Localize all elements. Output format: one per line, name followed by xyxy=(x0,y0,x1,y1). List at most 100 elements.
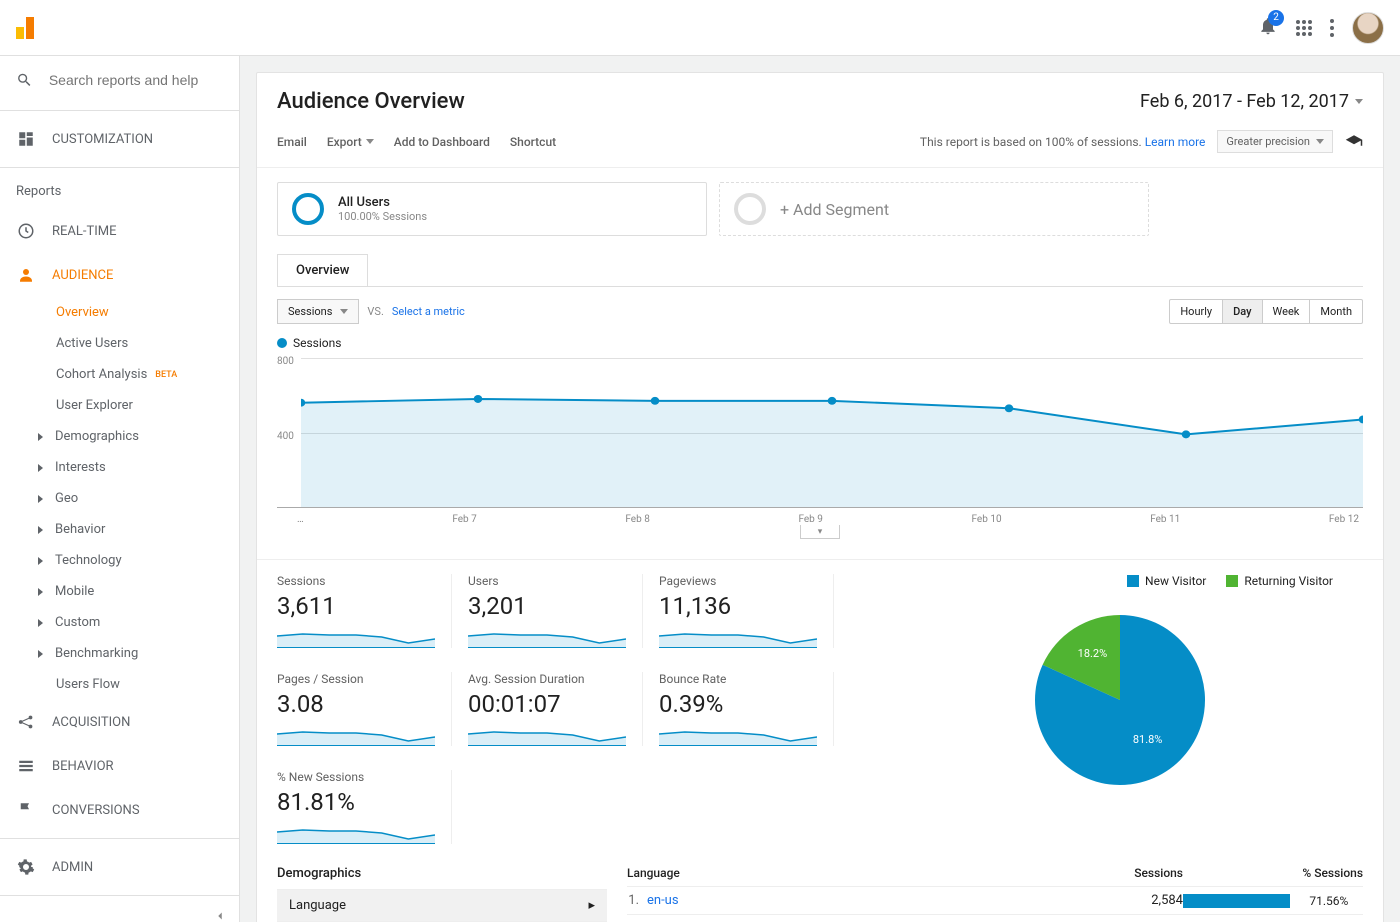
metric-label: Sessions xyxy=(277,574,435,588)
caret-right-icon xyxy=(38,619,43,627)
segment-subtitle: 100.00% Sessions xyxy=(338,210,427,223)
nav-audience[interactable]: AUDIENCE xyxy=(0,253,239,297)
nav-sub-demographics[interactable]: Demographics xyxy=(0,421,239,452)
pct-bar xyxy=(1183,894,1290,908)
legend-returning-visitor: Returning Visitor xyxy=(1226,574,1333,588)
vs-label: VS. xyxy=(367,305,383,318)
nav-sub-technology[interactable]: Technology xyxy=(0,545,239,576)
nav-sub-geo[interactable]: Geo xyxy=(0,483,239,514)
nav-realtime[interactable]: REAL-TIME xyxy=(0,209,239,253)
share-icon xyxy=(16,712,36,732)
language-link[interactable]: en-us xyxy=(647,893,1103,908)
caret-right-icon xyxy=(38,433,43,441)
nav-label: BEHAVIOR xyxy=(52,759,114,774)
time-grain-selector: Hourly Day Week Month xyxy=(1169,299,1363,324)
nav-sub-custom[interactable]: Custom xyxy=(0,607,239,638)
nav-label: ADMIN xyxy=(52,860,93,875)
caret-right-icon xyxy=(38,526,43,534)
caret-right-icon xyxy=(38,650,43,658)
report-note: This report is based on 100% of sessions… xyxy=(920,135,1206,149)
notifications-button[interactable]: 2 xyxy=(1258,16,1278,40)
metric-label: Pageviews xyxy=(659,574,817,588)
col-sessions: Sessions xyxy=(1103,866,1183,880)
nav-sub-mobile[interactable]: Mobile xyxy=(0,576,239,607)
avatar[interactable] xyxy=(1352,12,1384,44)
chevron-left-icon[interactable] xyxy=(213,909,227,922)
apps-icon[interactable] xyxy=(1296,20,1312,36)
nav-sub-overview[interactable]: Overview xyxy=(0,297,239,328)
nav-behavior[interactable]: BEHAVIOR xyxy=(0,744,239,788)
visitor-pie-chart: 81.8% 18.2% xyxy=(1020,600,1220,800)
demographics-header: Demographics xyxy=(277,866,607,889)
metric-tile[interactable]: Avg. Session Duration00:01:07 xyxy=(468,672,643,746)
education-icon[interactable] xyxy=(1345,133,1363,151)
date-range-picker[interactable]: Feb 6, 2017 - Feb 12, 2017 xyxy=(1140,91,1363,112)
more-icon[interactable] xyxy=(1330,19,1334,37)
email-button[interactable]: Email xyxy=(277,135,307,149)
metric-value: 3,611 xyxy=(277,592,435,620)
select-metric-link[interactable]: Select a metric xyxy=(392,305,465,318)
svg-text:81.8%: 81.8% xyxy=(1133,733,1163,746)
nav-label: ACQUISITION xyxy=(52,715,130,730)
metric-tile[interactable]: Sessions 3,611 xyxy=(277,574,452,648)
demo-row-language[interactable]: Language▸ xyxy=(277,889,607,921)
grain-day[interactable]: Day xyxy=(1223,300,1262,323)
caret-right-icon xyxy=(38,495,43,503)
metric-dropdown[interactable]: Sessions xyxy=(277,299,359,324)
learn-more-link[interactable]: Learn more xyxy=(1145,135,1206,149)
language-row[interactable]: 2.en-gb3198.83% xyxy=(627,914,1363,922)
precision-dropdown[interactable]: Greater precision xyxy=(1217,130,1333,153)
caret-right-icon xyxy=(38,588,43,596)
notification-badge: 2 xyxy=(1268,10,1284,26)
grain-month[interactable]: Month xyxy=(1310,300,1362,323)
nav-sub-benchmarking[interactable]: Benchmarking xyxy=(0,638,239,669)
export-button[interactable]: Export xyxy=(327,135,374,149)
col-language: Language xyxy=(627,866,1103,880)
search-icon xyxy=(16,70,33,90)
metric-tile[interactable]: Pageviews11,136 xyxy=(659,574,834,648)
language-row[interactable]: 1.en-us2,58471.56% xyxy=(627,886,1363,914)
nav-sub-cohort[interactable]: Cohort AnalysisBETA xyxy=(0,359,239,390)
nav-label: REAL-TIME xyxy=(52,224,117,239)
add-dashboard-button[interactable]: Add to Dashboard xyxy=(394,135,490,149)
nav-sub-users-flow[interactable]: Users Flow xyxy=(0,669,239,700)
metric-tile[interactable]: % New Sessions81.81% xyxy=(277,770,452,844)
segment-title: All Users xyxy=(338,195,427,210)
nav-label: AUDIENCE xyxy=(52,268,113,283)
nav-label: CONVERSIONS xyxy=(52,803,140,818)
tab-overview[interactable]: Overview xyxy=(277,254,368,286)
metric-tile[interactable]: Bounce Rate0.39% xyxy=(659,672,834,746)
sparkline xyxy=(277,724,435,746)
metric-label: % New Sessions xyxy=(277,770,435,784)
nav-sub-behavior[interactable]: Behavior xyxy=(0,514,239,545)
nav-admin[interactable]: ADMIN xyxy=(0,845,239,889)
segment-all-users[interactable]: All Users 100.00% Sessions xyxy=(277,182,707,236)
metric-tile[interactable]: Pages / Session3.08 xyxy=(277,672,452,746)
expand-chart-button[interactable]: ▾ xyxy=(800,525,840,539)
nav-sub-interests[interactable]: Interests xyxy=(0,452,239,483)
nav-conversions[interactable]: CONVERSIONS xyxy=(0,788,239,832)
svg-text:18.2%: 18.2% xyxy=(1078,647,1108,660)
grain-hourly[interactable]: Hourly xyxy=(1170,300,1223,323)
shortcut-button[interactable]: Shortcut xyxy=(510,135,556,149)
chevron-down-icon xyxy=(340,309,348,314)
reports-label: Reports xyxy=(0,174,239,209)
grain-week[interactable]: Week xyxy=(1263,300,1311,323)
search-input[interactable] xyxy=(49,72,223,88)
add-segment-button[interactable]: + Add Segment xyxy=(719,182,1149,236)
nav-sub-active-users[interactable]: Active Users xyxy=(0,328,239,359)
chart-legend-label: Sessions xyxy=(293,336,341,350)
sessions-line-chart: 800 400 xyxy=(277,358,1363,508)
ga-logo[interactable] xyxy=(16,17,34,39)
page-title: Audience Overview xyxy=(277,89,465,114)
clock-icon xyxy=(16,221,36,241)
sparkline xyxy=(659,724,817,746)
dashboard-icon xyxy=(16,129,36,149)
legend-new-visitor: New Visitor xyxy=(1127,574,1206,588)
sparkline xyxy=(468,724,626,746)
nav-sub-user-explorer[interactable]: User Explorer xyxy=(0,390,239,421)
metric-tile[interactable]: Users3,201 xyxy=(468,574,643,648)
nav-acquisition[interactable]: ACQUISITION xyxy=(0,700,239,744)
nav-customization[interactable]: CUSTOMIZATION xyxy=(0,117,239,161)
metric-label: Users xyxy=(468,574,626,588)
